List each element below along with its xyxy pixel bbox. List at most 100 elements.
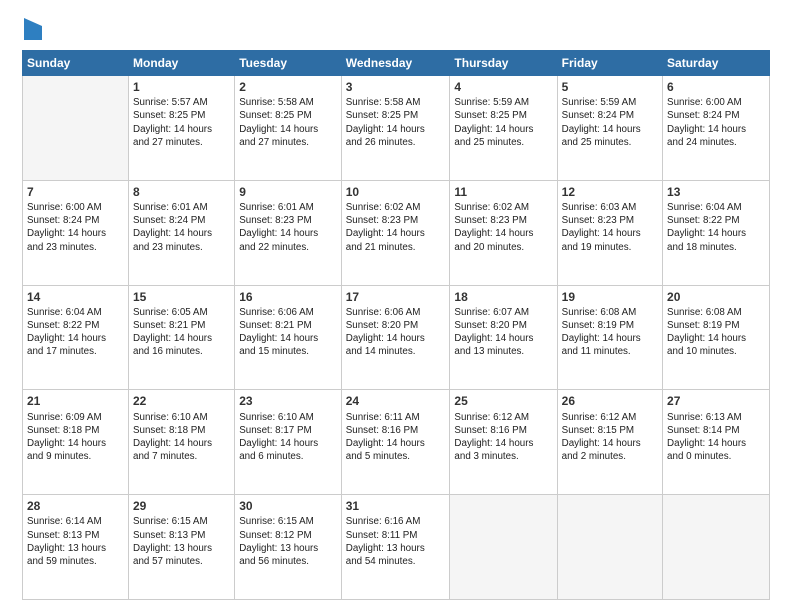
calendar-cell: 23 Sunrise: 6:10 AM Sunset: 8:17 PM Dayli… <box>235 390 342 495</box>
day-number: 11 <box>454 184 552 200</box>
calendar-cell: 31Sunrise: 6:16 AM Sunset: 8:11 PM Dayli… <box>341 495 450 600</box>
day-number: 2 <box>239 79 337 95</box>
logo-icon <box>24 18 42 40</box>
calendar-cell <box>663 495 770 600</box>
day-info: Sunrise: 6:08 AM Sunset: 8:19 PM Dayligh… <box>667 306 765 359</box>
calendar-cell <box>450 495 557 600</box>
day-number: 7 <box>27 184 124 200</box>
day-info: Sunrise: 6:01 AM Sunset: 8:23 PM Dayligh… <box>239 201 337 254</box>
calendar-cell: 13Sunrise: 6:04 AM Sunset: 8:22 PM Dayli… <box>663 180 770 285</box>
logo <box>22 18 42 40</box>
calendar-cell: 15Sunrise: 6:05 AM Sunset: 8:21 PM Dayli… <box>129 285 235 390</box>
day-info: Sunrise: 6:05 AM Sunset: 8:21 PM Dayligh… <box>133 306 230 359</box>
day-number: 26 <box>562 393 658 409</box>
day-number: 1 <box>133 79 230 95</box>
calendar-cell: 27 Sunrise: 6:13 AM Sunset: 8:14 PM Dayli… <box>663 390 770 495</box>
day-info: Sunrise: 6:00 AM Sunset: 8:24 PM Dayligh… <box>667 96 765 149</box>
calendar-cell: 22 Sunrise: 6:10 AM Sunset: 8:18 PM Dayli… <box>129 390 235 495</box>
day-number: 25 <box>454 393 552 409</box>
day-number: 3 <box>346 79 446 95</box>
calendar-cell: 26 Sunrise: 6:12 AM Sunset: 8:15 PM Dayli… <box>557 390 662 495</box>
day-info: Sunrise: 6:06 AM Sunset: 8:20 PM Dayligh… <box>346 306 446 359</box>
calendar-cell: 10Sunrise: 6:02 AM Sunset: 8:23 PM Dayli… <box>341 180 450 285</box>
calendar-cell: 14Sunrise: 6:04 AM Sunset: 8:22 PM Dayli… <box>23 285 129 390</box>
day-info: Sunrise: 6:16 AM Sunset: 8:11 PM Dayligh… <box>346 515 446 568</box>
calendar-cell: 4Sunrise: 5:59 AM Sunset: 8:25 PM Daylig… <box>450 76 557 181</box>
day-info: Sunrise: 6:11 AM Sunset: 8:16 PM Dayligh… <box>346 411 446 464</box>
day-info: Sunrise: 6:04 AM Sunset: 8:22 PM Dayligh… <box>27 306 124 359</box>
day-info: Sunrise: 6:09 AM Sunset: 8:18 PM Dayligh… <box>27 411 124 464</box>
calendar-cell: 9Sunrise: 6:01 AM Sunset: 8:23 PM Daylig… <box>235 180 342 285</box>
day-info: Sunrise: 6:14 AM Sunset: 8:13 PM Dayligh… <box>27 515 124 568</box>
day-info: Sunrise: 6:10 AM Sunset: 8:17 PM Dayligh… <box>239 411 337 464</box>
day-info: Sunrise: 5:59 AM Sunset: 8:24 PM Dayligh… <box>562 96 658 149</box>
day-number: 15 <box>133 289 230 305</box>
day-number: 16 <box>239 289 337 305</box>
day-info: Sunrise: 6:07 AM Sunset: 8:20 PM Dayligh… <box>454 306 552 359</box>
calendar-cell: 1Sunrise: 5:57 AM Sunset: 8:25 PM Daylig… <box>129 76 235 181</box>
calendar-cell: 21 Sunrise: 6:09 AM Sunset: 8:18 PM Dayli… <box>23 390 129 495</box>
day-number: 13 <box>667 184 765 200</box>
day-number: 12 <box>562 184 658 200</box>
calendar-cell: 11Sunrise: 6:02 AM Sunset: 8:23 PM Dayli… <box>450 180 557 285</box>
day-number: 31 <box>346 498 446 514</box>
col-header-monday: Monday <box>129 51 235 76</box>
day-number: 14 <box>27 289 124 305</box>
calendar-cell: 20Sunrise: 6:08 AM Sunset: 8:19 PM Dayli… <box>663 285 770 390</box>
day-number: 28 <box>27 498 124 514</box>
day-number: 23 <box>239 393 337 409</box>
col-header-thursday: Thursday <box>450 51 557 76</box>
day-number: 10 <box>346 184 446 200</box>
day-info: Sunrise: 6:02 AM Sunset: 8:23 PM Dayligh… <box>346 201 446 254</box>
day-number: 22 <box>133 393 230 409</box>
day-number: 27 <box>667 393 765 409</box>
calendar-cell: 25 Sunrise: 6:12 AM Sunset: 8:16 PM Dayli… <box>450 390 557 495</box>
day-info: Sunrise: 6:12 AM Sunset: 8:16 PM Dayligh… <box>454 411 552 464</box>
day-info: Sunrise: 5:59 AM Sunset: 8:25 PM Dayligh… <box>454 96 552 149</box>
day-info: Sunrise: 6:10 AM Sunset: 8:18 PM Dayligh… <box>133 411 230 464</box>
col-header-tuesday: Tuesday <box>235 51 342 76</box>
calendar-cell: 17Sunrise: 6:06 AM Sunset: 8:20 PM Dayli… <box>341 285 450 390</box>
calendar-cell: 30Sunrise: 6:15 AM Sunset: 8:12 PM Dayli… <box>235 495 342 600</box>
day-info: Sunrise: 6:00 AM Sunset: 8:24 PM Dayligh… <box>27 201 124 254</box>
calendar-cell: 12Sunrise: 6:03 AM Sunset: 8:23 PM Dayli… <box>557 180 662 285</box>
day-number: 4 <box>454 79 552 95</box>
day-info: Sunrise: 6:04 AM Sunset: 8:22 PM Dayligh… <box>667 201 765 254</box>
header <box>22 18 770 40</box>
day-info: Sunrise: 6:01 AM Sunset: 8:24 PM Dayligh… <box>133 201 230 254</box>
day-number: 24 <box>346 393 446 409</box>
day-number: 17 <box>346 289 446 305</box>
day-info: Sunrise: 6:08 AM Sunset: 8:19 PM Dayligh… <box>562 306 658 359</box>
calendar-cell: 8Sunrise: 6:01 AM Sunset: 8:24 PM Daylig… <box>129 180 235 285</box>
day-info: Sunrise: 5:58 AM Sunset: 8:25 PM Dayligh… <box>346 96 446 149</box>
day-info: Sunrise: 6:15 AM Sunset: 8:12 PM Dayligh… <box>239 515 337 568</box>
day-number: 9 <box>239 184 337 200</box>
day-info: Sunrise: 6:03 AM Sunset: 8:23 PM Dayligh… <box>562 201 658 254</box>
col-header-wednesday: Wednesday <box>341 51 450 76</box>
day-number: 30 <box>239 498 337 514</box>
day-info: Sunrise: 6:06 AM Sunset: 8:21 PM Dayligh… <box>239 306 337 359</box>
calendar-cell: 24 Sunrise: 6:11 AM Sunset: 8:16 PM Dayli… <box>341 390 450 495</box>
day-number: 8 <box>133 184 230 200</box>
day-info: Sunrise: 6:13 AM Sunset: 8:14 PM Dayligh… <box>667 411 765 464</box>
day-number: 29 <box>133 498 230 514</box>
day-number: 6 <box>667 79 765 95</box>
col-header-sunday: Sunday <box>23 51 129 76</box>
day-info: Sunrise: 5:57 AM Sunset: 8:25 PM Dayligh… <box>133 96 230 149</box>
day-number: 21 <box>27 393 124 409</box>
day-info: Sunrise: 5:58 AM Sunset: 8:25 PM Dayligh… <box>239 96 337 149</box>
calendar-cell: 5Sunrise: 5:59 AM Sunset: 8:24 PM Daylig… <box>557 76 662 181</box>
calendar-cell: 7Sunrise: 6:00 AM Sunset: 8:24 PM Daylig… <box>23 180 129 285</box>
day-info: Sunrise: 6:02 AM Sunset: 8:23 PM Dayligh… <box>454 201 552 254</box>
col-header-friday: Friday <box>557 51 662 76</box>
calendar-cell: 28Sunrise: 6:14 AM Sunset: 8:13 PM Dayli… <box>23 495 129 600</box>
day-info: Sunrise: 6:15 AM Sunset: 8:13 PM Dayligh… <box>133 515 230 568</box>
calendar-cell: 29Sunrise: 6:15 AM Sunset: 8:13 PM Dayli… <box>129 495 235 600</box>
calendar-cell: 16Sunrise: 6:06 AM Sunset: 8:21 PM Dayli… <box>235 285 342 390</box>
calendar-cell: 3Sunrise: 5:58 AM Sunset: 8:25 PM Daylig… <box>341 76 450 181</box>
day-number: 18 <box>454 289 552 305</box>
day-number: 19 <box>562 289 658 305</box>
calendar-cell: 19Sunrise: 6:08 AM Sunset: 8:19 PM Dayli… <box>557 285 662 390</box>
day-info: Sunrise: 6:12 AM Sunset: 8:15 PM Dayligh… <box>562 411 658 464</box>
calendar: SundayMondayTuesdayWednesdayThursdayFrid… <box>22 50 770 600</box>
